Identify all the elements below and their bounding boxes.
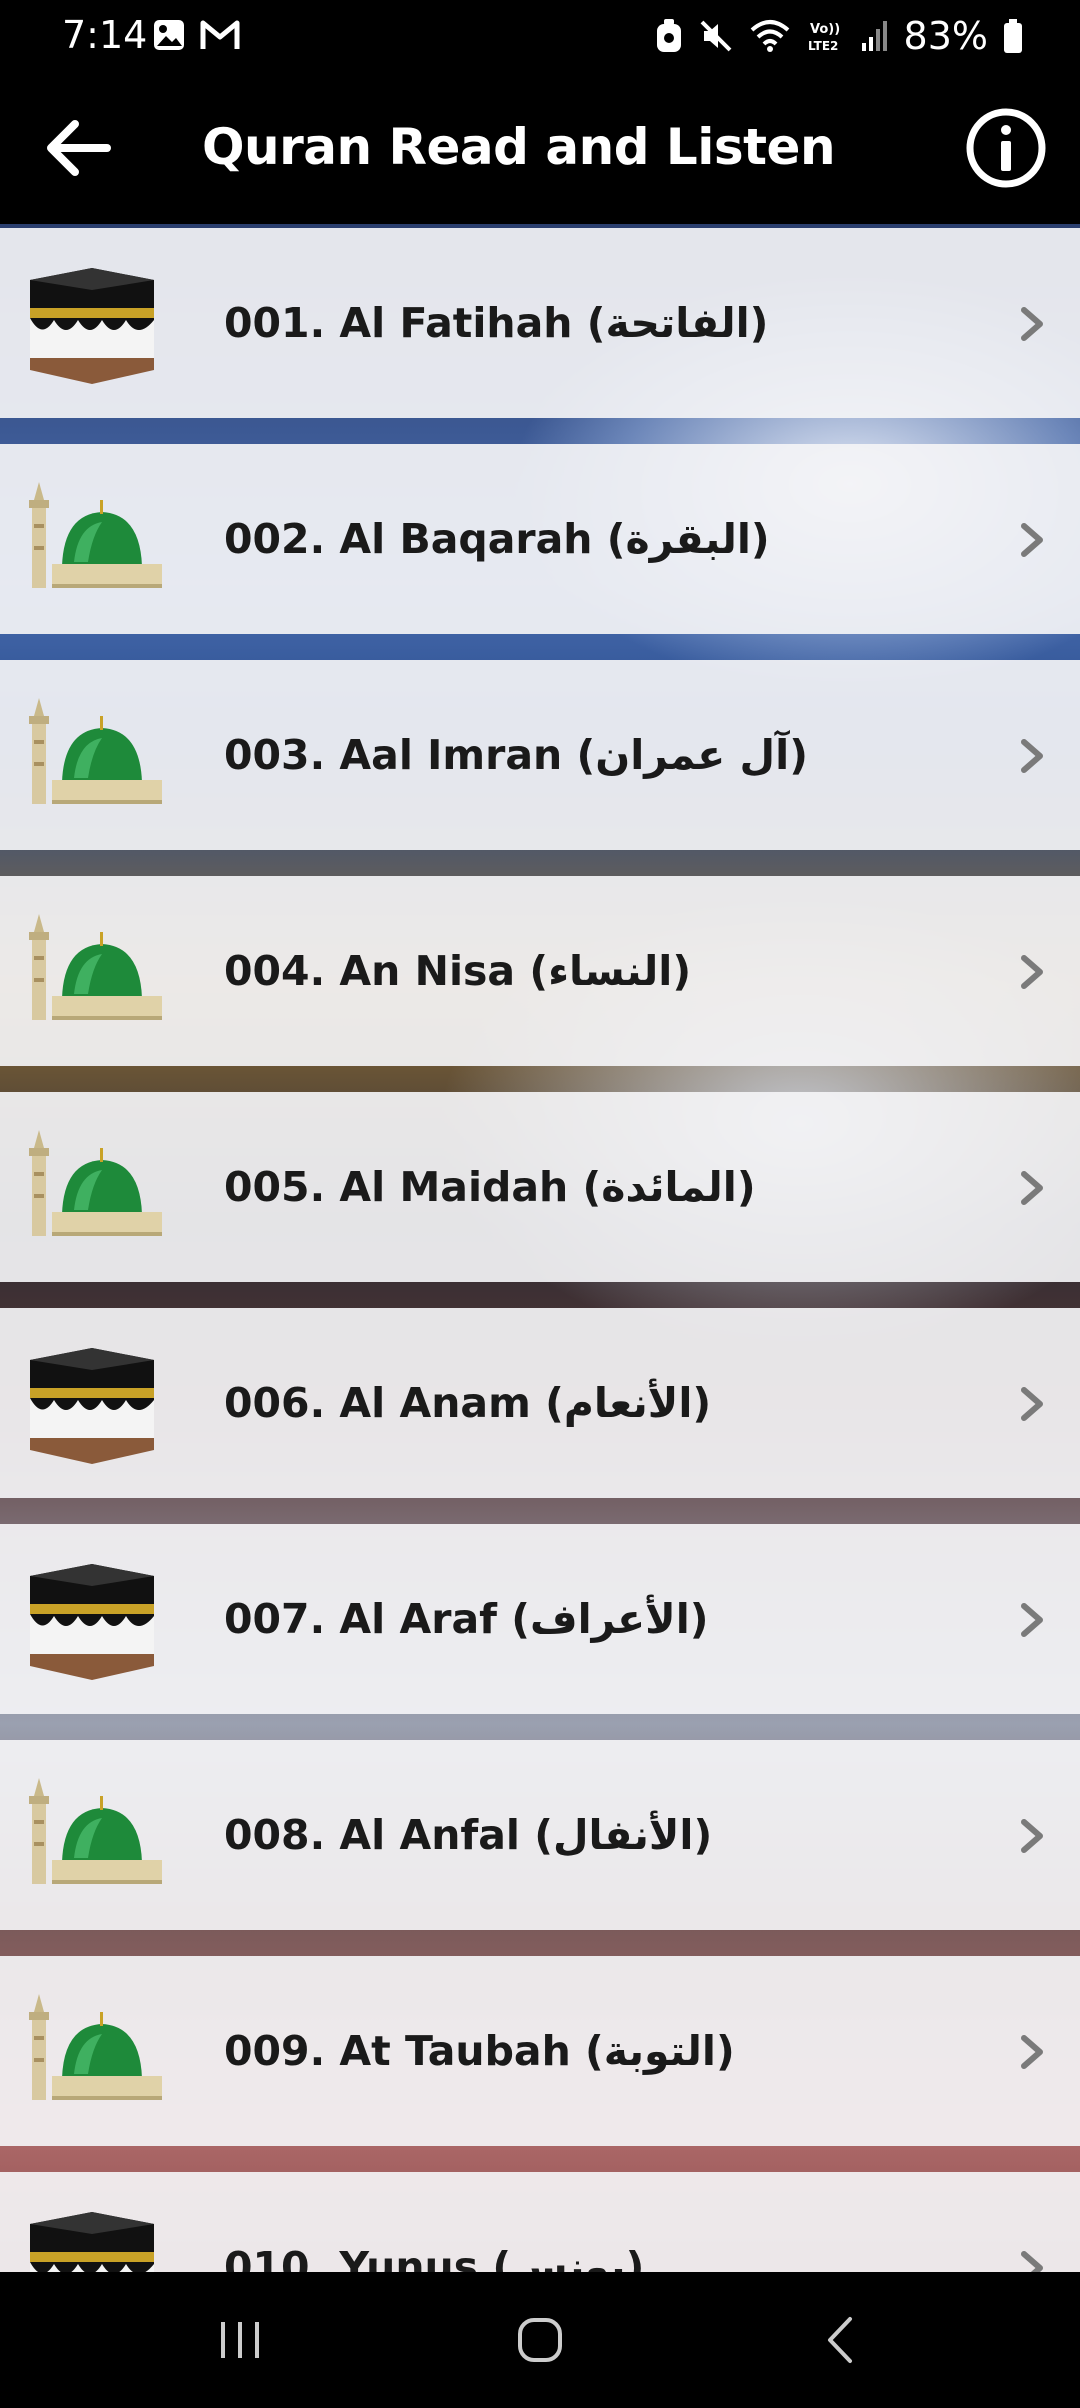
info-icon — [966, 108, 1046, 188]
surah-label: 002. Al Baqarah (البقرة) — [224, 515, 770, 563]
chevron — [1012, 304, 1052, 344]
kaaba-icon — [30, 1348, 154, 1464]
back-button[interactable] — [36, 106, 120, 190]
surah-label: 001. Al Fatihah (الفاتحة) — [224, 299, 769, 347]
dome-icon — [29, 482, 162, 588]
chevron — [1012, 2248, 1052, 2272]
page-title: Quran Read and Listen — [202, 118, 836, 176]
chevron-right-icon — [1021, 1603, 1043, 1637]
svg-text:Vo)): Vo)) — [810, 22, 840, 37]
chevron — [1012, 1600, 1052, 1640]
kaaba-icon — [30, 268, 154, 384]
arrow-left-icon — [47, 120, 111, 176]
surah-list-item[interactable]: 005. Al Maidah (المائدة) — [0, 1092, 1080, 1282]
back-icon — [828, 2317, 852, 2363]
dome-icon — [29, 698, 162, 804]
surah-thumbnail — [22, 258, 162, 388]
surah-list-item[interactable]: 002. Al Baqarah (البقرة) — [0, 444, 1080, 634]
chevron-right-icon — [1021, 2251, 1043, 2272]
surah-thumbnail — [22, 474, 162, 604]
surah-list-item[interactable]: 008. Al Anfal (الأنفال) — [0, 1740, 1080, 1930]
nav-back-button[interactable] — [800, 2300, 880, 2380]
chevron — [1012, 1384, 1052, 1424]
surah-list-item[interactable]: 007. Al Araf (الأعراف) — [0, 1524, 1080, 1714]
battery-icon — [1004, 19, 1022, 53]
app-bar: Quran Read and Listen — [0, 72, 1080, 224]
dome-icon — [29, 1778, 162, 1884]
home-button[interactable] — [500, 2300, 580, 2380]
chevron — [1012, 2032, 1052, 2072]
chevron-right-icon — [1021, 307, 1043, 341]
status-bar: 7:14 Vo)) LTE2 83% — [0, 0, 1080, 72]
status-notification-icons — [152, 18, 240, 52]
chevron-right-icon — [1021, 1387, 1043, 1421]
chevron-right-icon — [1021, 739, 1043, 773]
chevron — [1012, 952, 1052, 992]
surah-thumbnail — [22, 1986, 162, 2116]
surah-thumbnail — [22, 1554, 162, 1684]
chevron — [1012, 736, 1052, 776]
home-icon — [518, 2318, 562, 2362]
surah-label: 010. Yunus (يونس) — [224, 2243, 645, 2272]
surah-list-container[interactable]: 001. Al Fatihah (الفاتحة) 002. Al Baqara… — [0, 224, 1080, 2272]
chevron-right-icon — [1021, 523, 1043, 557]
chevron-right-icon — [1021, 955, 1043, 989]
surah-list-item[interactable]: 003. Aal Imran (آل عمران) — [0, 660, 1080, 850]
dome-icon — [29, 1994, 162, 2100]
surah-label: 005. Al Maidah (المائدة) — [224, 1163, 756, 1211]
chevron — [1012, 1168, 1052, 1208]
chevron-right-icon — [1021, 2035, 1043, 2069]
recent-apps-button[interactable] — [200, 2300, 280, 2380]
chevron — [1012, 1816, 1052, 1856]
surah-list-item[interactable]: 010. Yunus (يونس) — [0, 2172, 1080, 2272]
kaaba-icon — [30, 2212, 154, 2272]
dome-icon — [29, 1130, 162, 1236]
gallery-icon — [154, 20, 184, 50]
surah-list-item[interactable]: 004. An Nisa (النساء) — [0, 876, 1080, 1066]
dome-icon — [29, 914, 162, 1020]
system-nav-bar — [0, 2272, 1080, 2408]
surah-label: 006. Al Anam (الأنعام) — [224, 1379, 712, 1427]
chevron-right-icon — [1021, 1171, 1043, 1205]
surah-thumbnail — [22, 906, 162, 1036]
info-button[interactable] — [962, 104, 1050, 192]
mute-icon — [700, 20, 731, 52]
surah-list-item[interactable]: 009. At Taubah (التوبة) — [0, 1956, 1080, 2146]
chevron — [1012, 520, 1052, 560]
gmail-icon — [200, 20, 240, 49]
surah-thumbnail — [22, 1770, 162, 1900]
surah-label: 007. Al Araf (الأعراف) — [224, 1595, 709, 1643]
chevron-right-icon — [1021, 1819, 1043, 1853]
surah-label: 003. Aal Imran (آل عمران) — [224, 731, 808, 779]
kaaba-icon — [30, 1564, 154, 1680]
surah-list-item[interactable]: 006. Al Anam (الأنعام) — [0, 1308, 1080, 1498]
surah-thumbnail — [22, 1122, 162, 1252]
battery-percent: 83% — [903, 14, 988, 58]
volte-icon: Vo)) LTE2 — [808, 22, 840, 53]
svg-text:LTE2: LTE2 — [808, 39, 838, 53]
surah-label: 009. At Taubah (التوبة) — [224, 2027, 735, 2075]
surah-list-item[interactable]: 001. Al Fatihah (الفاتحة) — [0, 228, 1080, 418]
surah-thumbnail — [22, 1338, 162, 1468]
surah-thumbnail — [22, 2202, 162, 2272]
surah-label: 004. An Nisa (النساء) — [224, 947, 692, 995]
surah-thumbnail — [22, 690, 162, 820]
surah-label: 008. Al Anfal (الأنفال) — [224, 1811, 713, 1859]
signal-icon — [861, 21, 887, 51]
alarm-icon — [656, 19, 681, 52]
wifi-icon — [750, 20, 789, 52]
status-system-icons: Vo)) LTE2 83% — [654, 12, 1024, 60]
recent-apps-icon — [221, 2322, 259, 2358]
status-time: 7:14 — [62, 13, 148, 57]
